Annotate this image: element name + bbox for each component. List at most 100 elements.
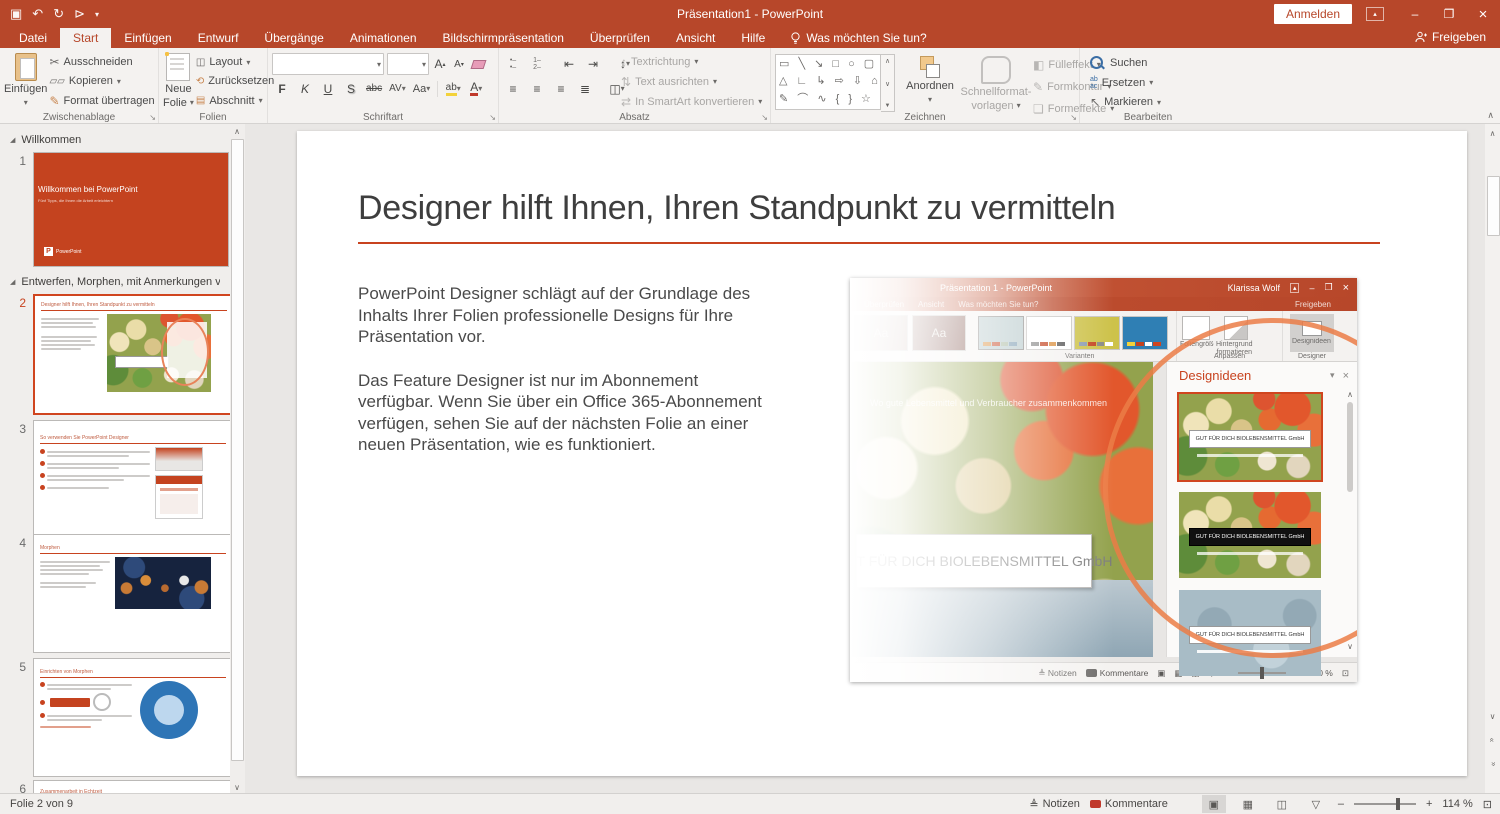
scroll-up-icon[interactable]: ∧ (885, 57, 890, 65)
font-name-combobox[interactable]: ▾ (272, 53, 384, 75)
align-right-icon[interactable]: ≡ (553, 79, 569, 98)
arrange-button[interactable]: Anordnen ▾ (901, 54, 959, 106)
slide-thumbnail-3[interactable]: 3 So verwenden Sie PowerPoint Designer (0, 420, 233, 539)
text-shadow-button[interactable]: S (343, 79, 359, 98)
section-button[interactable]: ▤Abschnitt▾ (196, 92, 274, 110)
zoom-slider-thumb[interactable] (1396, 798, 1400, 810)
tab-ansicht[interactable]: Ansicht (663, 28, 728, 48)
current-slide[interactable]: Designer hilft Ihnen, Ihren Standpunkt z… (297, 131, 1467, 776)
scroll-up-icon[interactable]: ∧ (230, 124, 244, 138)
numbering-button[interactable]: 1‒2‒ (529, 54, 545, 73)
start-slideshow-icon[interactable]: ⊳ (74, 6, 85, 22)
slide-indicator[interactable]: Folie 2 von 9 (0, 798, 73, 810)
comments-toggle[interactable]: Kommentare (1090, 798, 1168, 810)
reset-button[interactable]: ⟲Zurücksetzen (196, 72, 274, 90)
copy-button[interactable]: ▱▱Kopieren▾ (49, 72, 154, 90)
undo-icon[interactable]: ↶ (32, 6, 43, 22)
scroll-down-icon[interactable]: ∨ (1485, 709, 1500, 723)
highlight-color-button[interactable]: ab▾ (445, 79, 461, 98)
zoom-in-button[interactable]: + (1426, 798, 1432, 810)
tab-start[interactable]: Start (60, 28, 111, 48)
clear-formatting-icon[interactable] (470, 55, 486, 74)
scrollbar-thumb[interactable] (231, 139, 244, 761)
tab-ueberpruefen[interactable]: Überprüfen (577, 28, 663, 48)
view-reading-button[interactable]: ◫ (1270, 795, 1294, 813)
tell-me-search[interactable]: Was möchten Sie tun? (778, 28, 938, 48)
view-slide-sorter-button[interactable]: ▦ (1236, 795, 1260, 813)
underline-button[interactable]: U (320, 79, 336, 98)
align-center-icon[interactable]: ≡ (529, 79, 545, 98)
slide-thumbnail-2[interactable]: 2 Designer hilft Ihnen, Ihren Standpunkt… (0, 294, 235, 415)
next-slide-button[interactable]: « (1486, 757, 1500, 772)
align-left-icon[interactable]: ≡ (505, 79, 521, 98)
shapes-gallery-scroll[interactable]: ∧ ∨ ▼ (881, 54, 895, 112)
scroll-down-icon[interactable]: ∨ (230, 780, 244, 794)
ribbon-display-options-icon[interactable]: ▴ (1366, 7, 1384, 21)
main-scrollbar[interactable]: ∧ ∨ « « (1485, 124, 1500, 794)
slide-title-textbox[interactable]: Designer hilft Ihnen, Ihren Standpunkt z… (358, 189, 1388, 228)
embedded-screenshot-image[interactable]: Präsentation 1 - PowerPoint Klarissa Wol… (850, 278, 1357, 682)
tab-bildschirmpraesentation[interactable]: Bildschirmpräsentation (430, 28, 577, 48)
slide-thumbnail-1[interactable]: 1 Willkommen bei PowerPoint Fünf Tipps, … (0, 152, 229, 267)
dialog-launcher-icon[interactable]: ↘ (1070, 113, 1077, 122)
dialog-launcher-icon[interactable]: ↘ (149, 113, 156, 122)
slide-body-textbox[interactable]: PowerPoint Designer schlägt auf der Grun… (358, 283, 763, 478)
tab-datei[interactable]: Datei (6, 28, 60, 48)
thumbnail-scrollbar[interactable]: ∧ ∨ (230, 124, 244, 794)
dialog-launcher-icon[interactable]: ↘ (489, 113, 496, 122)
bold-button[interactable]: F (274, 79, 290, 98)
tab-einfuegen[interactable]: Einfügen (111, 28, 184, 48)
view-normal-button[interactable]: ▣ (1202, 795, 1226, 813)
scrollbar-thumb[interactable] (1487, 176, 1500, 236)
slide-thumbnail-5[interactable]: 5 Einrichten von Morphen (0, 658, 233, 777)
sign-in-button[interactable]: Anmelden (1274, 4, 1352, 24)
close-button[interactable]: × (1466, 0, 1500, 28)
collapse-ribbon-icon[interactable]: ∧ (1487, 110, 1494, 121)
change-case-button[interactable]: Aa▾ (413, 79, 430, 98)
restore-button[interactable]: ❐ (1432, 0, 1466, 28)
increase-font-icon[interactable]: A▴ (432, 55, 448, 74)
previous-slide-button[interactable]: « (1486, 733, 1500, 748)
character-spacing-button[interactable]: AV▾ (389, 79, 406, 98)
scroll-down-icon[interactable]: ∨ (885, 80, 890, 88)
tab-hilfe[interactable]: Hilfe (728, 28, 778, 48)
font-size-combobox[interactable]: ▾ (387, 53, 429, 75)
quick-styles-button[interactable]: Schnellformat- vorlagen▾ (959, 54, 1033, 112)
text-direction-button[interactable]: ↕Textrichtung▾ (621, 53, 762, 70)
cut-button[interactable]: ✂Ausschneiden (49, 53, 154, 71)
new-slide-button[interactable]: Neue Folie▾ (163, 51, 194, 110)
paste-button[interactable]: Einfügen ▾ (4, 51, 47, 110)
tab-entwurf[interactable]: Entwurf (185, 28, 252, 48)
section-header-willkommen[interactable]: ◢ Willkommen (10, 134, 220, 146)
decrease-font-icon[interactable]: A▾ (451, 55, 467, 74)
redo-icon[interactable]: ↻ (53, 6, 64, 22)
justify-icon[interactable]: ≣ (577, 79, 593, 98)
slide-thumbnail-6[interactable]: 6 Zusammenarbeit in Echtzeit (0, 780, 233, 794)
save-icon[interactable]: ▣ (10, 6, 22, 22)
notes-toggle[interactable]: ≜Notizen (1029, 798, 1080, 811)
zoom-slider[interactable] (1354, 803, 1416, 805)
minimize-button[interactable]: – (1398, 0, 1432, 28)
tab-animationen[interactable]: Animationen (337, 28, 430, 48)
slide-canvas[interactable]: Designer hilft Ihnen, Ihren Standpunkt z… (245, 124, 1485, 794)
customize-qat-icon[interactable]: ▾ (95, 10, 99, 19)
gallery-more-icon[interactable]: ▼ (885, 103, 891, 109)
shapes-gallery[interactable]: ▭ ╲ ↘ □ ○ ▢ △ ∟ ↳ ⇨ ⇩ ⌂ ✎ ⌒ ∿ { } ☆ (775, 54, 881, 110)
section-header-entwerfen[interactable]: ◢ Entwerfen, Morphen, mit Anmerkungen ve… (10, 276, 220, 288)
tab-uebergaenge[interactable]: Übergänge (251, 28, 336, 48)
bullets-button[interactable]: •‒•‒ (505, 54, 521, 73)
find-button[interactable]: Suchen (1090, 55, 1161, 71)
slide-thumbnail-4[interactable]: 4 Morphen (0, 534, 233, 653)
fit-to-window-button[interactable]: ⊡ (1483, 798, 1492, 811)
scroll-up-icon[interactable]: ∧ (1485, 126, 1500, 140)
view-slideshow-button[interactable]: ▽ (1304, 795, 1328, 813)
align-text-button[interactable]: ⇅Text ausrichten▾ (621, 73, 762, 90)
increase-indent-icon[interactable]: ⇥ (585, 54, 601, 73)
convert-smartart-button[interactable]: ⇄In SmartArt konvertieren▾ (621, 93, 762, 110)
font-color-button[interactable]: A▾ (468, 79, 484, 98)
dialog-launcher-icon[interactable]: ↘ (761, 113, 768, 122)
zoom-out-button[interactable]: – (1338, 798, 1344, 810)
format-painter-button[interactable]: ✎Format übertragen (49, 92, 154, 110)
italic-button[interactable]: K (297, 79, 313, 98)
zoom-level[interactable]: 114 % (1442, 798, 1472, 810)
